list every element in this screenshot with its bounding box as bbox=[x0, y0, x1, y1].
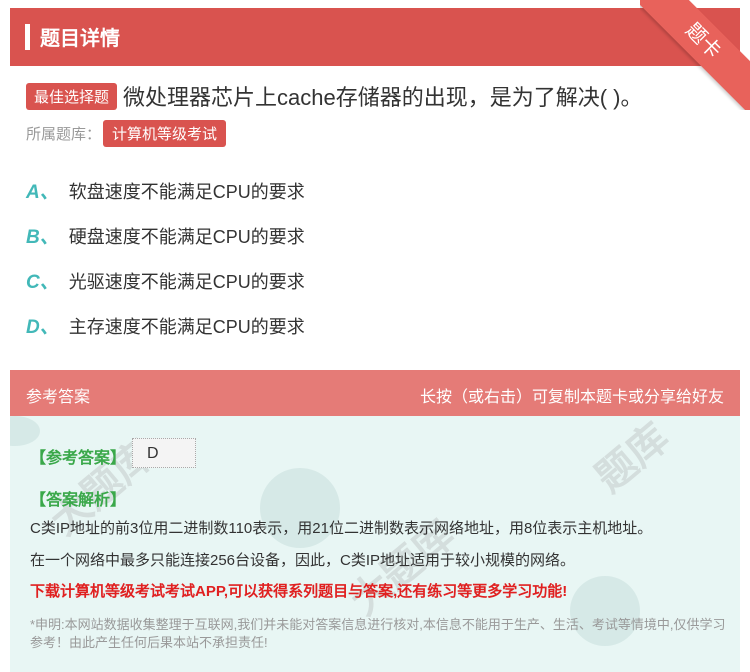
answer-body: 大题库 大题库 题库 【参考答案】 D 【答案解析】 C类IP地址的前3位用二进… bbox=[10, 416, 740, 672]
header-bar: 题目详情 bbox=[10, 8, 740, 66]
option-text: 硬盘速度不能满足CPU的要求 bbox=[68, 227, 305, 247]
option-letter: B、 bbox=[26, 227, 59, 248]
watermark-logo bbox=[10, 416, 40, 446]
option-a[interactable]: A、 软盘速度不能满足CPU的要求 bbox=[26, 177, 305, 204]
option-d[interactable]: D、 主存速度不能满足CPU的要求 bbox=[26, 312, 305, 339]
answer-title: 参考答案 bbox=[26, 389, 91, 406]
watermark-text: 题库 bbox=[587, 416, 678, 501]
question: 最佳选择题 微处理器芯片上cache存储器的出现，是为了解决( )。 bbox=[26, 80, 736, 112]
answer-header: 参考答案 长按（或右击）可复制本题卡或分享给好友 bbox=[10, 370, 740, 416]
analysis-line-1: C类IP地址的前3位用二进制数110表示，用21位二进制数表示网络地址，用8位表… bbox=[30, 520, 653, 537]
option-text: 主存速度不能满足CPU的要求 bbox=[68, 317, 305, 337]
option-letter: D、 bbox=[26, 317, 59, 338]
option-letter: A、 bbox=[26, 182, 59, 203]
share-hint: 长按（或右击）可复制本题卡或分享给好友 bbox=[419, 389, 724, 406]
analysis-label: 【答案解析】 bbox=[30, 492, 127, 509]
question-source: 所属题库： 计算机等级考试 bbox=[26, 120, 227, 147]
analysis-line-2: 在一个网络中最多只能连接256台设备，因此，C类IP地址适用于较小规模的网络。 bbox=[30, 552, 576, 569]
app-promo-link[interactable]: 下载计算机等级考试考试APP,可以获得系列题目与答案,还有练习等更多学习功能! bbox=[30, 580, 567, 601]
source-label: 所属题库： bbox=[26, 126, 102, 143]
page: 题目详情 题卡 最佳选择题 微处理器芯片上cache存储器的出现，是为了解决( )… bbox=[0, 0, 750, 672]
header-accent-bar bbox=[25, 24, 30, 50]
option-text: 光驱速度不能满足CPU的要求 bbox=[68, 272, 305, 292]
reference-answer-label: 【参考答案】 bbox=[30, 450, 127, 467]
question-type-badge: 最佳选择题 bbox=[26, 83, 118, 110]
question-text: 微处理器芯片上cache存储器的出现，是为了解决( )。 bbox=[123, 85, 643, 110]
option-c[interactable]: C、 光驱速度不能满足CPU的要求 bbox=[26, 267, 305, 294]
page-title: 题目详情 bbox=[40, 28, 120, 50]
disclaimer: *申明:本网站数据收集整理于互联网,我们并未能对答案信息进行核对,本信息不能用于… bbox=[30, 617, 726, 650]
reference-answer-value: D bbox=[132, 438, 196, 468]
option-b[interactable]: B、 硬盘速度不能满足CPU的要求 bbox=[26, 222, 305, 249]
option-text: 软盘速度不能满足CPU的要求 bbox=[68, 182, 305, 202]
option-letter: C、 bbox=[26, 272, 59, 293]
source-tag[interactable]: 计算机等级考试 bbox=[103, 120, 227, 147]
